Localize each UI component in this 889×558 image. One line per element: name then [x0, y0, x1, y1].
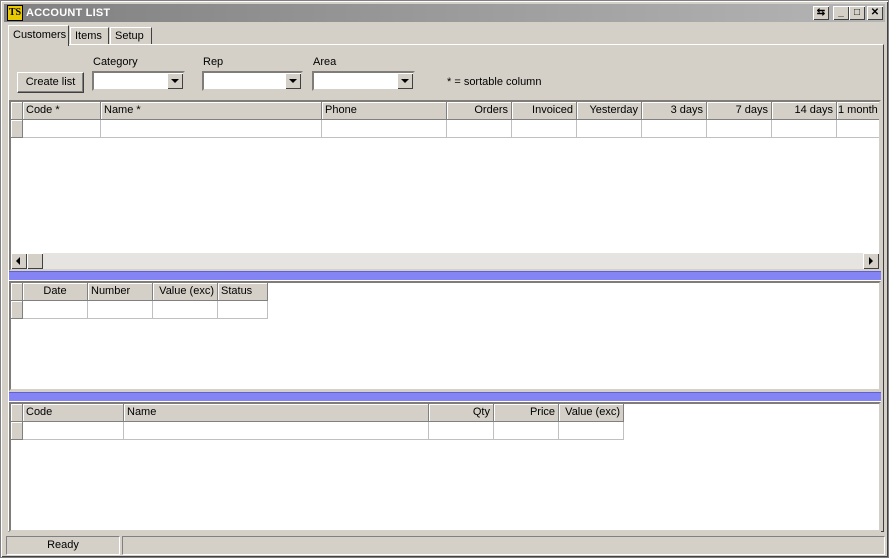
table-cell[interactable]	[153, 301, 218, 319]
area-select[interactable]	[312, 71, 415, 91]
col-header-yesterday[interactable]: Yesterday	[577, 102, 642, 120]
scroll-right-icon[interactable]	[863, 253, 879, 269]
row-indicator[interactable]	[11, 301, 23, 319]
table-cell[interactable]	[429, 422, 494, 440]
tab-setup[interactable]: Setup	[110, 27, 152, 45]
restore-icon[interactable]: ⇆	[813, 6, 829, 20]
col-header-code[interactable]: Code	[23, 404, 124, 422]
col-header-14-days[interactable]: 14 days	[772, 102, 837, 120]
col-header-invoiced[interactable]: Invoiced	[512, 102, 577, 120]
app-icon: TS	[7, 5, 23, 21]
scroll-thumb[interactable]	[27, 253, 43, 269]
col-header-3-days[interactable]: 3 days	[642, 102, 707, 120]
col-header-price[interactable]: Price	[494, 404, 559, 422]
table-cell[interactable]	[512, 120, 577, 138]
col-header-value[interactable]: Value (exc)	[153, 283, 218, 301]
area-label: Area	[313, 56, 337, 68]
splitter-bottom[interactable]	[9, 392, 881, 402]
table-cell[interactable]	[322, 120, 447, 138]
minimize-button[interactable]: _	[833, 6, 849, 20]
rep-select[interactable]	[202, 71, 303, 91]
scroll-left-icon[interactable]	[11, 253, 27, 269]
col-header-number[interactable]: Number	[88, 283, 153, 301]
table-cell[interactable]	[559, 422, 624, 440]
table-cell[interactable]	[447, 120, 512, 138]
splitter-top[interactable]	[9, 271, 881, 281]
maximize-button[interactable]: □	[849, 6, 865, 20]
rep-label: Rep	[203, 56, 224, 68]
title-bar[interactable]: TS ACCOUNT LIST ⇆ _ □ ✕	[4, 4, 885, 22]
table-cell[interactable]	[837, 120, 879, 138]
col-header-orders[interactable]: Orders	[447, 102, 512, 120]
table-cell[interactable]	[88, 301, 153, 319]
table-cell[interactable]	[23, 422, 124, 440]
status-bar: Ready	[6, 536, 885, 555]
table-cell[interactable]	[101, 120, 322, 138]
col-header-name[interactable]: Name *	[101, 102, 322, 120]
create-list-button[interactable]: Create list	[17, 72, 84, 93]
close-button[interactable]: ✕	[867, 6, 883, 20]
row-indicator[interactable]	[11, 120, 23, 138]
category-select[interactable]	[92, 71, 185, 91]
col-header-status[interactable]: Status	[218, 283, 268, 301]
chevron-down-icon[interactable]	[167, 73, 183, 89]
grid-corner	[11, 283, 23, 301]
tab-customers[interactable]: Customers	[8, 25, 69, 46]
table-cell[interactable]	[772, 120, 837, 138]
tab-items[interactable]: Items	[70, 27, 109, 45]
account-list-window: TS ACCOUNT LIST ⇆ _ □ ✕ Customers Items …	[0, 0, 889, 558]
col-header-1-month[interactable]: 1 month	[837, 102, 879, 120]
items-grid[interactable]: Code Name Qty Price Value (exc)	[9, 402, 881, 532]
row-indicator[interactable]	[11, 422, 23, 440]
orders-grid[interactable]: Date Number Value (exc) Status	[9, 281, 881, 391]
table-cell[interactable]	[124, 422, 429, 440]
col-header-qty[interactable]: Qty	[429, 404, 494, 422]
table-cell[interactable]	[494, 422, 559, 440]
col-header-phone[interactable]: Phone	[322, 102, 447, 120]
table-cell[interactable]	[218, 301, 268, 319]
col-header-7-days[interactable]: 7 days	[707, 102, 772, 120]
sortable-note: * = sortable column	[447, 76, 542, 88]
col-header-code[interactable]: Code *	[23, 102, 101, 120]
chevron-down-icon[interactable]	[397, 73, 413, 89]
table-cell[interactable]	[642, 120, 707, 138]
col-header-value[interactable]: Value (exc)	[559, 404, 624, 422]
col-header-name[interactable]: Name	[124, 404, 429, 422]
table-cell[interactable]	[577, 120, 642, 138]
col-header-date[interactable]: Date	[23, 283, 88, 301]
table-cell[interactable]	[707, 120, 772, 138]
customers-grid[interactable]: Code * Name * Phone Orders Invoiced Yest…	[9, 100, 881, 271]
window-title: ACCOUNT LIST	[26, 7, 111, 19]
status-panel-empty	[122, 536, 885, 555]
category-label: Category	[93, 56, 138, 68]
status-text: Ready	[6, 536, 120, 555]
grid-corner	[11, 102, 23, 120]
grid-corner	[11, 404, 23, 422]
table-cell[interactable]	[23, 120, 101, 138]
horizontal-scrollbar[interactable]	[11, 253, 879, 269]
table-cell[interactable]	[23, 301, 88, 319]
chevron-down-icon[interactable]	[285, 73, 301, 89]
